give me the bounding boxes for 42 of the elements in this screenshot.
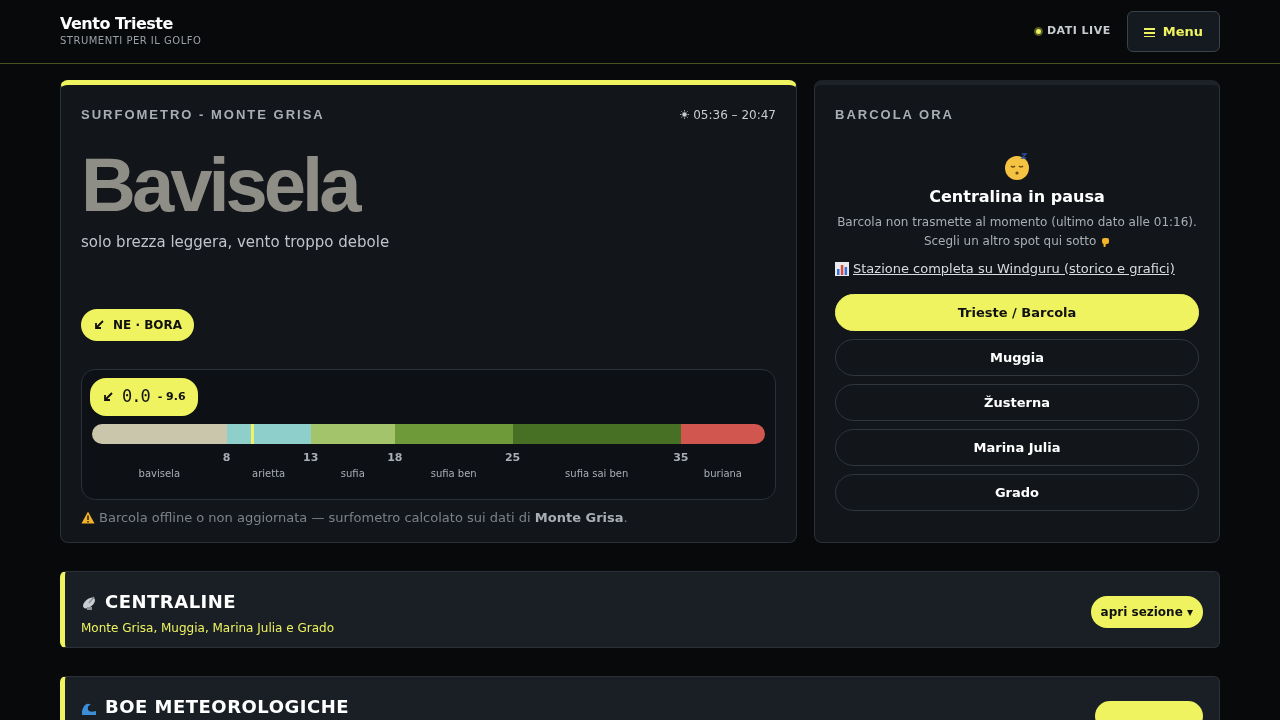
section-title: CENTRALINE xyxy=(105,590,237,614)
zone-label: bavisela xyxy=(138,467,180,479)
wind-reading-badge: 0.0 - 9.6 xyxy=(90,378,198,416)
sun-times: 05:36 – 20:47 xyxy=(693,106,776,124)
spot-button[interactable]: Žusterna xyxy=(835,384,1199,422)
arrow-icon xyxy=(102,390,114,403)
scale-tick: 13 xyxy=(303,449,319,466)
menu-icon xyxy=(1143,26,1155,37)
spot-button[interactable]: Trieste / Barcola xyxy=(835,294,1199,332)
arrow-icon xyxy=(93,319,105,331)
site-title: Vento Trieste xyxy=(60,15,174,33)
section-title: BOE METEOROLOGICHE xyxy=(105,695,349,719)
menu-button[interactable]: Menu xyxy=(1126,10,1220,53)
spot-button[interactable]: Grado xyxy=(835,474,1199,512)
zone-label: sufia xyxy=(340,467,365,479)
verdict-description: solo brezza leggera, vento troppo debole xyxy=(81,231,391,253)
section-subtitle: Monte Grisa, Muggia, Marina Julia e Grado xyxy=(81,620,334,637)
offline-note: Barcola offline o non aggiornata — surfometro calcolato sui dati di Monte Grisa. xyxy=(99,508,628,527)
chart-icon xyxy=(835,261,849,276)
status-message: Barcola non trasmette al momento (ultimo dato alle 01:16). Scegli un altro spot qui sotto xyxy=(836,213,1198,250)
zone-label: sufia ben xyxy=(430,467,477,479)
windguru-link[interactable]: Stazione completa su Windguru (storico e grafici) xyxy=(853,258,1175,279)
verdict-title: Bavisela xyxy=(81,146,360,223)
status-title: Centralina in pausa xyxy=(929,185,1105,208)
scale-tick: 8 xyxy=(222,449,231,466)
zone-label: buriana xyxy=(703,467,742,479)
spot-button[interactable]: Marina Julia xyxy=(835,429,1199,467)
section-toggle-button[interactable]: apri sezione ▾ xyxy=(1090,596,1203,628)
scale-tick: 18 xyxy=(387,449,403,466)
card-label: SURFOMETRO - MONTE GRISA xyxy=(81,106,325,124)
warning-icon xyxy=(81,510,95,524)
spot-button[interactable]: Muggia xyxy=(835,339,1199,377)
zone-label: sufia sai ben xyxy=(565,467,629,479)
direction-badge: NE · BORA xyxy=(81,309,195,341)
sleeping-face-icon xyxy=(1002,150,1032,181)
scale-tick: 25 xyxy=(504,449,521,466)
scale-tick: 35 xyxy=(673,449,689,466)
sun-icon xyxy=(680,110,690,120)
zone-label: arietta xyxy=(252,467,286,479)
site-subtitle: STRUMENTI PER IL GOLFO xyxy=(60,33,202,48)
live-label: DATI LIVE xyxy=(1046,23,1111,40)
card-label: BARCOLA ORA xyxy=(835,106,955,124)
